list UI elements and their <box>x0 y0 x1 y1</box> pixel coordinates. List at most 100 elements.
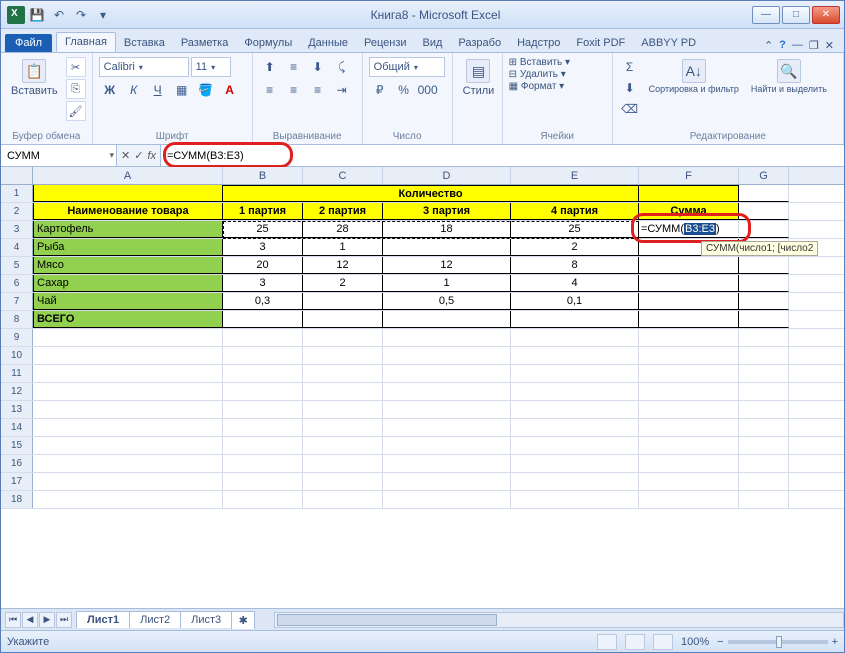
col-header-b[interactable]: B <box>223 167 303 184</box>
cell[interactable] <box>739 473 789 490</box>
fill-button[interactable]: ⬇ <box>619 78 641 98</box>
row-header[interactable]: 17 <box>1 473 33 490</box>
sheet-tab-1[interactable]: Лист1 <box>76 611 130 628</box>
zoom-slider-thumb[interactable] <box>776 636 782 648</box>
copy-button[interactable]: ⎘ <box>66 79 86 99</box>
maximize-button[interactable]: □ <box>782 6 810 24</box>
cell[interactable] <box>739 365 789 382</box>
cell-f6[interactable] <box>639 275 739 292</box>
cell[interactable] <box>223 473 303 490</box>
cell-f7[interactable] <box>639 293 739 310</box>
cell[interactable] <box>303 383 383 400</box>
cell[interactable] <box>739 203 789 220</box>
autosum-button[interactable]: Σ <box>619 57 641 77</box>
italic-button[interactable]: К <box>123 80 145 100</box>
cell[interactable] <box>33 401 223 418</box>
indent-button[interactable]: ⇥ <box>331 80 353 100</box>
cell[interactable] <box>639 347 739 364</box>
cell-c7[interactable] <box>303 293 383 310</box>
cell-a5[interactable]: Мясо <box>33 257 223 274</box>
cell-d7[interactable]: 0,5 <box>383 293 511 310</box>
tab-abbyy[interactable]: ABBYY PD <box>633 34 704 52</box>
cell-b7[interactable]: 0,3 <box>223 293 303 310</box>
fill-color-button[interactable]: 🪣 <box>195 80 217 100</box>
cell[interactable] <box>739 221 789 238</box>
cell-b5[interactable]: 20 <box>223 257 303 274</box>
cell[interactable] <box>639 491 739 508</box>
align-middle-button[interactable]: ≡ <box>283 57 305 77</box>
paste-button[interactable]: 📋Вставить <box>7 57 62 99</box>
border-button[interactable]: ▦ <box>171 80 193 100</box>
undo-button[interactable]: ↶ <box>49 5 69 25</box>
page-layout-view-button[interactable] <box>625 634 645 650</box>
cell-a4[interactable]: Рыба <box>33 239 223 256</box>
cell[interactable] <box>303 473 383 490</box>
row-header[interactable]: 5 <box>1 257 33 274</box>
align-center-button[interactable]: ≡ <box>283 80 305 100</box>
align-left-button[interactable]: ≡ <box>259 80 281 100</box>
formula-input[interactable]: =СУММ(B3:E3) <box>161 145 844 166</box>
cell[interactable] <box>739 437 789 454</box>
row-header[interactable]: 7 <box>1 293 33 310</box>
cell[interactable] <box>383 473 511 490</box>
cell[interactable] <box>303 365 383 382</box>
scrollbar-thumb[interactable] <box>277 614 497 626</box>
cell[interactable] <box>639 185 739 202</box>
cell[interactable] <box>223 329 303 346</box>
cell[interactable] <box>511 473 639 490</box>
cell[interactable] <box>739 419 789 436</box>
help-icon[interactable]: ? <box>779 39 786 52</box>
zoom-level[interactable]: 100% <box>681 636 709 648</box>
sheet-nav-last[interactable]: ⏭ <box>56 612 72 628</box>
sheet-tab-3[interactable]: Лист3 <box>180 611 232 628</box>
row-header[interactable]: 18 <box>1 491 33 508</box>
cell[interactable] <box>223 347 303 364</box>
cell[interactable] <box>511 491 639 508</box>
cell-e4[interactable]: 2 <box>511 239 639 256</box>
cell[interactable] <box>303 347 383 364</box>
tab-insert[interactable]: Вставка <box>116 34 173 52</box>
cell-b6[interactable]: 3 <box>223 275 303 292</box>
cell[interactable] <box>383 329 511 346</box>
cell[interactable] <box>739 293 789 310</box>
new-sheet-button[interactable]: ✱ <box>231 611 255 629</box>
cell[interactable] <box>639 329 739 346</box>
percent-button[interactable]: % <box>393 80 415 100</box>
cell[interactable] <box>33 329 223 346</box>
cell[interactable] <box>739 185 789 202</box>
cell[interactable] <box>511 383 639 400</box>
format-painter-button[interactable]: 🖌 <box>66 101 86 121</box>
cell[interactable] <box>383 365 511 382</box>
cancel-formula-button[interactable]: ✕ <box>121 149 130 162</box>
underline-button[interactable]: Ч <box>147 80 169 100</box>
select-all-corner[interactable] <box>1 167 33 184</box>
cell[interactable] <box>223 437 303 454</box>
sheet-nav-prev[interactable]: ◀ <box>22 612 38 628</box>
cell[interactable] <box>383 347 511 364</box>
cell-e6[interactable]: 4 <box>511 275 639 292</box>
sheet-nav-first[interactable]: ⏮ <box>5 612 21 628</box>
cell[interactable] <box>223 491 303 508</box>
cell[interactable] <box>383 401 511 418</box>
tab-data[interactable]: Данные <box>300 34 356 52</box>
format-cells-button[interactable]: ▦ Формат ▾ <box>509 81 565 92</box>
cell-c5[interactable]: 12 <box>303 257 383 274</box>
fx-button[interactable]: fx <box>147 150 156 162</box>
col-header-f[interactable]: F <box>639 167 739 184</box>
col-header-d[interactable]: D <box>383 167 511 184</box>
tab-addins[interactable]: Надстро <box>509 34 568 52</box>
cell[interactable] <box>383 437 511 454</box>
cell-b1-merged[interactable]: Количество <box>223 185 639 202</box>
cell[interactable] <box>33 455 223 472</box>
cell[interactable] <box>223 455 303 472</box>
cell[interactable] <box>33 185 223 202</box>
cell[interactable] <box>223 365 303 382</box>
font-name-combo[interactable]: Calibri▾ <box>99 57 189 77</box>
styles-button[interactable]: ▤Стили <box>459 57 499 99</box>
page-break-view-button[interactable] <box>653 634 673 650</box>
tab-foxit[interactable]: Foxit PDF <box>568 34 633 52</box>
cell[interactable] <box>739 329 789 346</box>
cell[interactable] <box>511 401 639 418</box>
find-select-button[interactable]: 🔍Найти и выделить <box>747 57 831 97</box>
insert-cells-button[interactable]: ⊞ Вставить ▾ <box>509 57 570 68</box>
